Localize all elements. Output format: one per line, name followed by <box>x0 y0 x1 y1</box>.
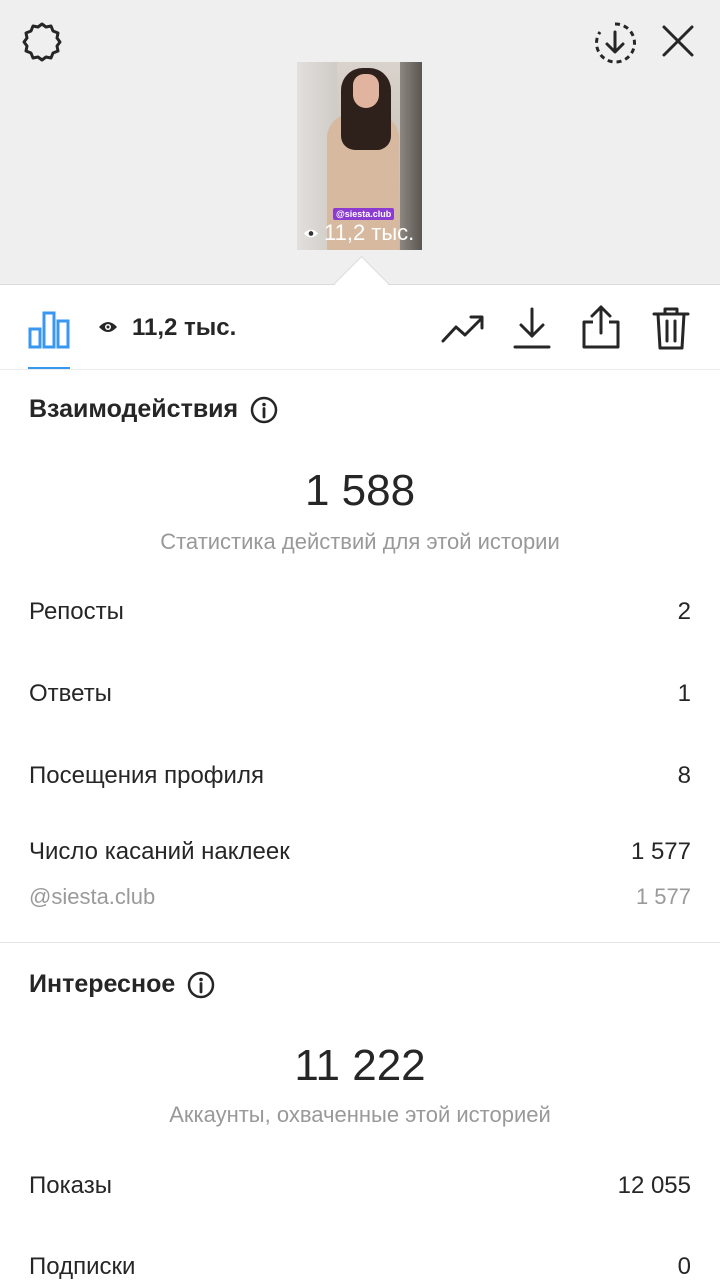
info-icon[interactable] <box>250 396 278 424</box>
eye-icon <box>99 322 117 332</box>
sticker-mention-value: 1 577 <box>635 884 691 909</box>
info-icon[interactable] <box>187 971 215 999</box>
discovery-title: Интересное <box>29 970 215 999</box>
download-button[interactable] <box>511 305 553 351</box>
active-tab-indicator <box>28 367 70 369</box>
follows-label: Подписки <box>29 1253 136 1280</box>
bar-chart-icon[interactable] <box>28 307 70 349</box>
section-divider <box>0 942 720 943</box>
sticker-taps-value: 1 577 <box>630 838 691 865</box>
story-toolbar: 11,2 тыс. <box>0 285 720 370</box>
share-button[interactable] <box>580 303 622 351</box>
interactions-total: 1 588 <box>304 466 416 515</box>
mention-sticker: @siesta.club <box>333 208 395 220</box>
impressions-value: 12 055 <box>617 1172 691 1199</box>
interactions-title: Взаимодействия <box>29 395 278 424</box>
follows-value: 0 <box>677 1253 691 1280</box>
close-button[interactable] <box>655 18 701 64</box>
interactions-caption: Статистика действий для этой истории <box>160 529 560 554</box>
gear-icon <box>22 22 62 62</box>
view-count[interactable]: 11,2 тыс. <box>132 313 236 343</box>
trash-icon <box>652 307 690 350</box>
reposts-label: Репосты <box>29 598 124 625</box>
download-circle-icon <box>595 22 636 64</box>
close-icon <box>662 25 694 57</box>
discovery-caption: Аккаунты, охваченные этой историей <box>169 1102 551 1127</box>
share-icon <box>582 305 620 349</box>
interactions-title-label: Взаимодействия <box>29 395 239 423</box>
trend-icon <box>441 315 484 343</box>
story-thumbnail[interactable]: @siesta.club 11,2 тыс. <box>297 62 422 250</box>
thumbnail-view-count: 11,2 тыс. <box>303 220 414 246</box>
save-story-button[interactable] <box>590 18 640 68</box>
eye-icon <box>303 229 319 237</box>
profile-visits-value: 8 <box>677 762 691 789</box>
promote-button[interactable] <box>440 307 486 349</box>
download-icon <box>513 307 551 349</box>
delete-button[interactable] <box>650 305 692 351</box>
impressions-label: Показы <box>29 1172 112 1199</box>
replies-value: 1 <box>677 680 691 707</box>
profile-visits-label: Посещения профиля <box>29 762 264 789</box>
discovery-title-label: Интересное <box>29 970 176 998</box>
replies-label: Ответы <box>29 680 112 707</box>
discovery-total: 11 222 <box>294 1041 426 1090</box>
sticker-mention-label[interactable]: @siesta.club <box>29 884 155 910</box>
settings-button[interactable] <box>18 18 66 66</box>
reposts-value: 2 <box>677 598 691 625</box>
sticker-taps-label: Число касаний наклеек <box>29 838 290 865</box>
thumbnail-views-label: 11,2 тыс. <box>324 220 415 245</box>
